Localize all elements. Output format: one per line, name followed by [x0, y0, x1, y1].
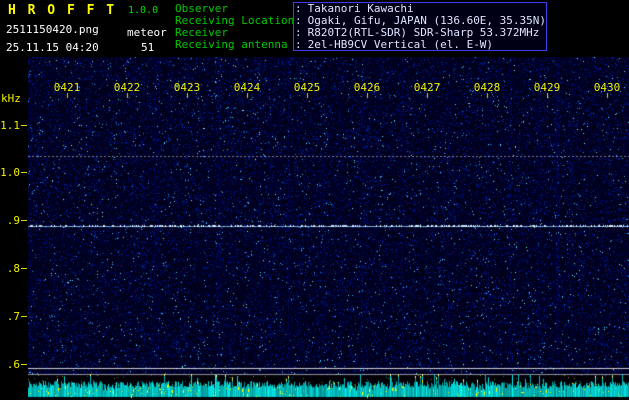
freq-tick-label: .6	[6, 358, 20, 371]
time-tick-label: 0428	[473, 81, 501, 94]
time-tick-label: 0425	[293, 81, 321, 94]
time-tick-label: 0422	[113, 81, 141, 94]
freq-axis-unit: kHz	[1, 92, 21, 105]
app-version: 1.0.0	[128, 5, 159, 16]
freq-tick-mark	[21, 316, 27, 317]
app-title: H R O F F T	[8, 3, 117, 18]
spectrogram-canvas	[28, 57, 629, 400]
time-tick-label: 0423	[173, 81, 201, 94]
time-tick-label: 0430	[593, 81, 621, 94]
freq-tick-label: 1.0	[0, 166, 20, 179]
mode-label: meteor	[127, 26, 167, 39]
freq-tick-mark	[21, 220, 27, 221]
freq-tick-label: 1.1	[0, 119, 20, 132]
freq-tick-mark	[21, 172, 27, 173]
info-label: Receiving antenna	[175, 38, 288, 51]
freq-tick-mark	[21, 268, 27, 269]
freq-tick-label: .9	[6, 214, 20, 227]
info-value: 2el-HB9CV Vertical (el. E-W)	[307, 38, 494, 51]
count-label: 51	[141, 41, 155, 54]
time-tick-label: 0424	[233, 81, 261, 94]
freq-tick-label: .8	[6, 262, 20, 275]
output-filename: 2511150420.png	[6, 23, 99, 36]
time-tick-label: 0421	[53, 81, 81, 94]
info-colon: :	[295, 38, 302, 51]
freq-tick-label: .7	[6, 310, 20, 323]
time-tick-label: 0426	[353, 81, 381, 94]
time-tick-label: 0427	[413, 81, 441, 94]
time-tick-label: 0429	[533, 81, 561, 94]
hrofft-screen: H R O F F T 1.0.0 2511150420.png meteor …	[0, 0, 629, 400]
freq-tick-mark	[21, 125, 27, 126]
station-info: Observer: Takanori Kawachi Receiving Loca…	[175, 3, 546, 51]
freq-tick-mark	[21, 364, 27, 365]
info-row-antenna: Receiving antenna:2el-HB9CV Vertical (el…	[175, 39, 546, 51]
datetime-label: 25.11.15 04:20	[6, 41, 99, 54]
